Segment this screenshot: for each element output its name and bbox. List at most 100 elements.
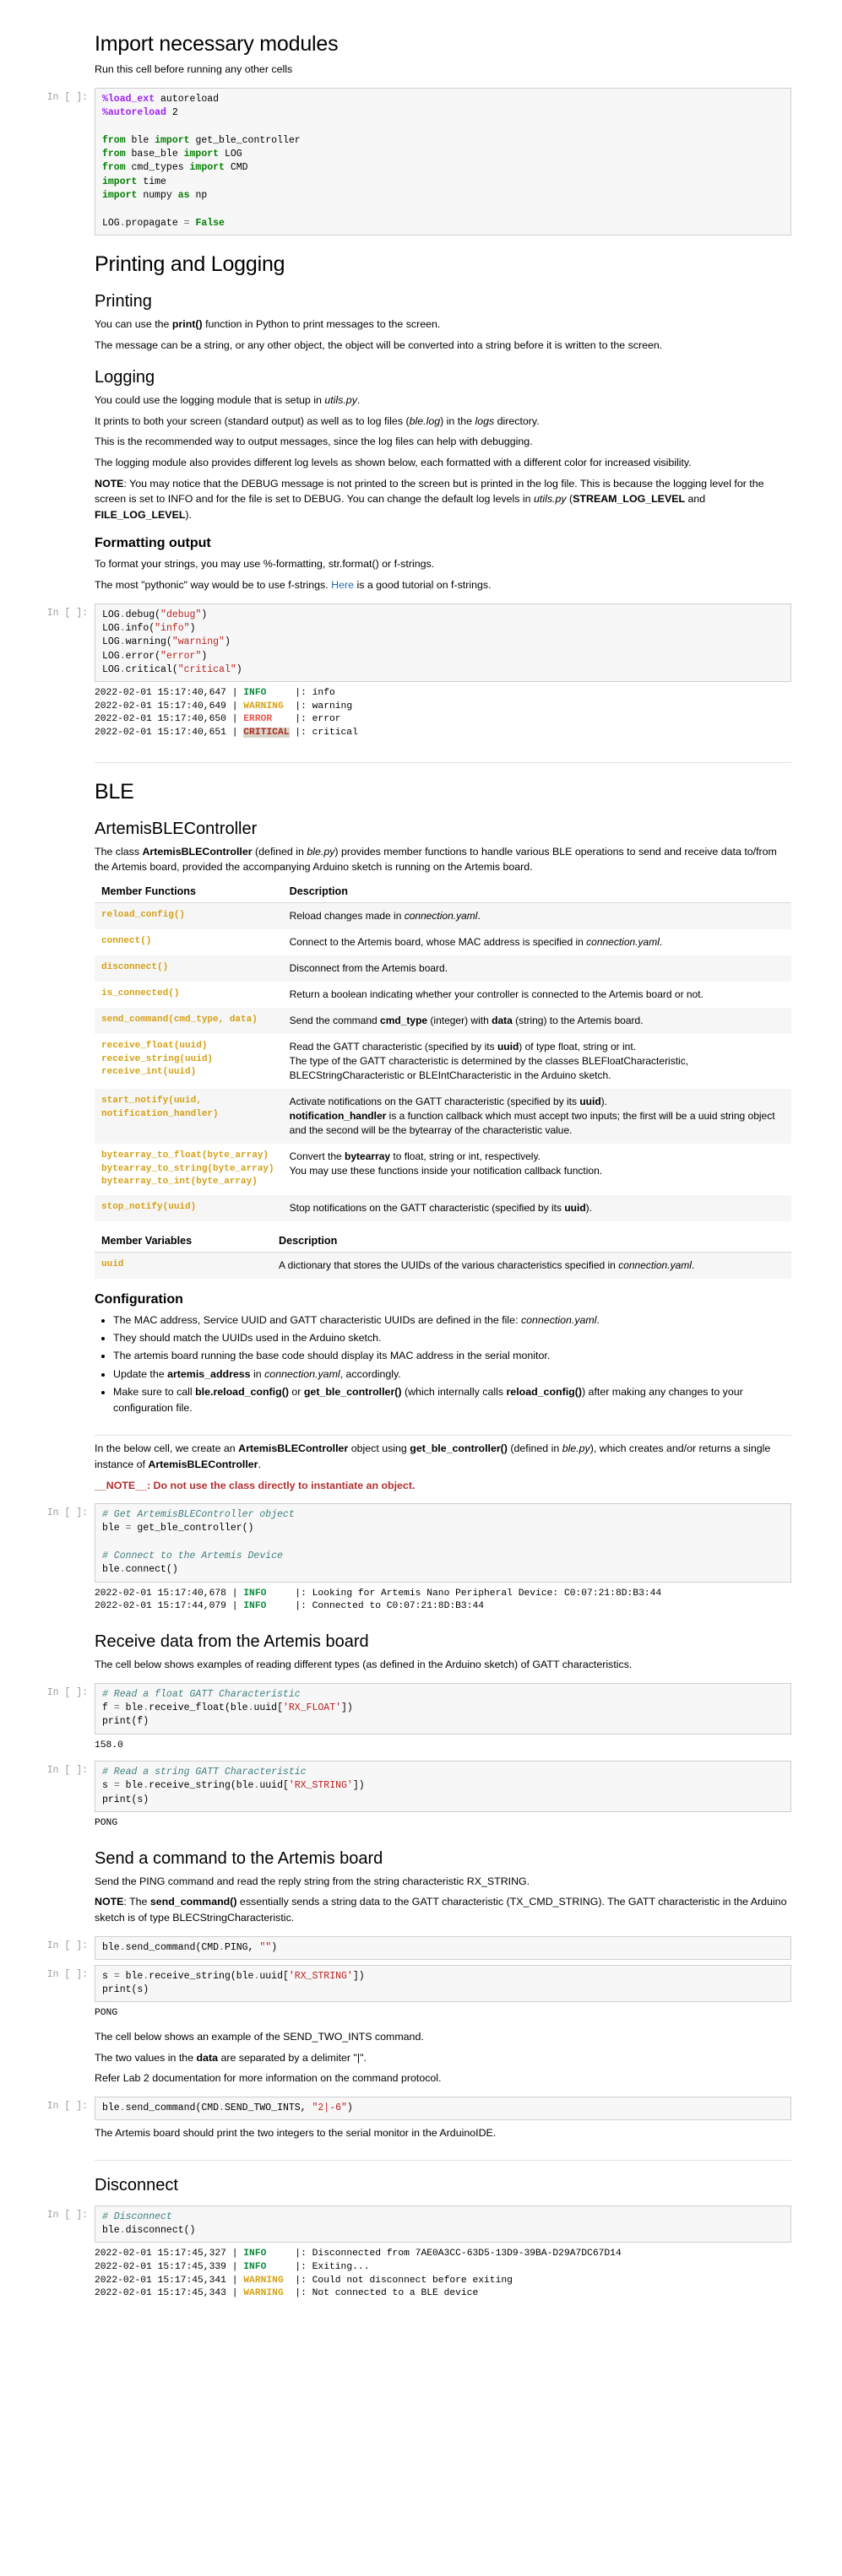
member-function-description: Stop notifications on the GATT character… xyxy=(283,1195,791,1221)
text: . xyxy=(477,909,481,922)
section-heading-logging: Logging xyxy=(95,368,155,387)
section-heading-receive-data: Receive data from the Artemis board xyxy=(95,1632,369,1651)
bold-text: bytearray xyxy=(345,1150,391,1163)
member-function-name: uuid xyxy=(101,1258,124,1269)
input-prompt[interactable]: In [ ]: xyxy=(0,2205,95,2221)
prompt-blank xyxy=(0,2024,95,2028)
code-input-send-ping[interactable]: ble.send_command(CMD.PING, "") xyxy=(95,1935,791,1960)
markdown-cell-import-heading[interactable]: Import necessary modules Run this cell b… xyxy=(0,15,842,83)
code-input-connect[interactable]: # Get ArtemisBLEController object ble = … xyxy=(95,1503,791,1583)
bold-text: notification_handler xyxy=(289,1110,387,1123)
table-row: start_notify(uuid, notification_handler)… xyxy=(95,1089,791,1145)
bold-text: uuid xyxy=(564,1201,586,1214)
log-line: 2022-02-01 15:17:40,678 | INFO |: Lookin… xyxy=(95,1588,662,1599)
markdown-cell-ble[interactable]: BLE ArtemisBLEController The class Artem… xyxy=(0,744,842,1499)
code-input-receive-string[interactable]: # Read a string GATT Characteristic s = … xyxy=(95,1761,791,1813)
log-message: : info xyxy=(301,688,335,699)
markdown-cell-two-ints-note[interactable]: The Artemis board should print the two i… xyxy=(0,2120,842,2200)
markdown-cell-two-ints[interactable]: The cell below shows an example of the S… xyxy=(0,2024,842,2092)
list-item: The artemis board running the base code … xyxy=(113,1348,791,1364)
code-input-logging-demo[interactable]: LOG.debug("debug") LOG.info("info") LOG.… xyxy=(95,603,791,683)
code-cell-send-two-ints[interactable]: In [ ]: ble.send_command(CMD.SEND_TWO_IN… xyxy=(0,2096,842,2121)
log-timestamp: 2022-02-01 15:17:45,327 xyxy=(95,2249,226,2259)
printing-paragraph-1: You can use the print() function in Pyth… xyxy=(95,317,791,333)
controller-intro-b: (defined in xyxy=(252,845,307,858)
output-disconnect: 2022-02-01 15:17:45,327 | INFO |: Discon… xyxy=(95,2243,791,2303)
text: (which internally calls xyxy=(401,1385,507,1398)
markdown-cell-send-command[interactable]: Send a command to the Artemis board Send… xyxy=(0,1834,842,1931)
list-item: Make sure to call ble.reload_config() or… xyxy=(113,1384,791,1416)
code-cell-imports[interactable]: In [ ]: %load_ext autoreload %autoreload… xyxy=(0,87,842,235)
log-message: : warning xyxy=(301,701,353,712)
logging-note-bold1: STREAM_LOG_LEVEL xyxy=(573,493,686,506)
code-cell-receive-string[interactable]: In [ ]: # Read a string GATT Characteris… xyxy=(0,1761,842,1834)
input-prompt[interactable]: In [ ]: xyxy=(0,1761,95,1776)
table-row: send_command(cmd_type, data) Send the com… xyxy=(95,1007,791,1034)
logging-note: NOTE: You may notice that the DEBUG mess… xyxy=(95,476,791,523)
input-prompt[interactable]: In [ ]: xyxy=(0,1683,95,1698)
member-functions-body: reload_config() Reload changes made in co… xyxy=(95,902,791,1221)
text: A dictionary that stores the UUIDs of th… xyxy=(279,1258,619,1271)
markdown-cell-receive[interactable]: Receive data from the Artemis board The … xyxy=(0,1617,842,1678)
log-timestamp: 2022-02-01 15:17:40,650 xyxy=(95,714,226,725)
text: The type of the GATT characteristic is d… xyxy=(289,1054,689,1081)
logging-note-em: utils.py xyxy=(534,493,567,506)
logging-note-bold2: FILE_LOG_LEVEL xyxy=(95,508,186,521)
table-row: reload_config() Reload changes made in co… xyxy=(95,902,791,929)
emphasis-text: connection.yaml xyxy=(520,1314,597,1326)
log-message: : Could not disconnect before exiting xyxy=(301,2275,513,2286)
logging-paragraph-3: This is the recommended way to output me… xyxy=(95,436,533,448)
code-cell-send-ping[interactable]: In [ ]: ble.send_command(CMD.PING, "") xyxy=(0,1935,842,1960)
text: ) of type float, string or int. xyxy=(519,1040,637,1053)
input-prompt[interactable]: In [ ]: xyxy=(0,1936,95,1951)
code-cell-disconnect[interactable]: In [ ]: # Disconnect ble.disconnect() 20… xyxy=(0,2205,842,2304)
text: or xyxy=(288,1385,304,1398)
log-timestamp: 2022-02-01 15:17:45,341 xyxy=(95,2275,226,2286)
formatting-p2-b: is a good tutorial on f-strings. xyxy=(354,578,492,591)
input-prompt[interactable]: In [ ]: xyxy=(0,88,95,103)
code-cell-receive-pong[interactable]: In [ ]: s = ble.receive_string(ble.uuid[… xyxy=(0,1964,842,2024)
prompt-blank xyxy=(0,2120,95,2124)
code-input-send-two-ints[interactable]: ble.send_command(CMD.SEND_TWO_INTS, "2|-… xyxy=(95,2096,791,2121)
inst-e: . xyxy=(258,1458,261,1470)
send-note: NOTE: The send_command() essentially sen… xyxy=(95,1894,791,1925)
input-prompt[interactable]: In [ ]: xyxy=(0,2097,95,2112)
markdown-cell-printing-logging[interactable]: Printing and Logging Printing You can us… xyxy=(0,235,842,598)
text: You may use these functions inside your … xyxy=(289,1165,603,1177)
log-level-info: INFO xyxy=(243,1601,267,1612)
printing-p1-a: You can use the xyxy=(95,317,172,330)
inst-a: In the below cell, we create an xyxy=(95,1442,239,1455)
text: in xyxy=(250,1367,265,1380)
controller-class-name: ArtemisBLEController xyxy=(142,845,253,858)
section-heading-formatting-output: Formatting output xyxy=(95,536,211,551)
member-function-name: reload_config() xyxy=(101,909,186,920)
text: Update the xyxy=(113,1367,168,1380)
emphasis-text: connection.yaml xyxy=(264,1367,340,1380)
code-cell-receive-float[interactable]: In [ ]: # Read a float GATT Characterist… xyxy=(0,1682,842,1756)
code-input-receive-float[interactable]: # Read a float GATT Characteristic f = b… xyxy=(95,1682,791,1734)
input-prompt[interactable]: In [ ]: xyxy=(0,1503,95,1518)
col-member-variables: Member Variables xyxy=(95,1229,272,1253)
logging-p2-b: ) in the xyxy=(440,414,475,427)
f-strings-tutorial-link[interactable]: Here xyxy=(331,579,354,591)
logging-p2-em2: logs xyxy=(475,414,495,427)
code-input-disconnect[interactable]: # Disconnect ble.disconnect() xyxy=(95,2205,791,2243)
code-input-receive-pong[interactable]: s = ble.receive_string(ble.uuid['RX_STRI… xyxy=(95,1964,791,2003)
section-heading-send-command: Send a command to the Artemis board xyxy=(95,1848,383,1868)
log-level-warning: WARNING xyxy=(243,2275,284,2286)
bold-text: uuid xyxy=(579,1096,601,1108)
code-input-imports[interactable]: %load_ext autoreload %autoreload 2 from … xyxy=(95,87,791,235)
member-function-name: connect() xyxy=(101,935,152,946)
prompt-blank xyxy=(0,1617,95,1621)
member-function-name: is_connected() xyxy=(101,988,180,998)
code-cell-connect[interactable]: In [ ]: # Get ArtemisBLEController objec… xyxy=(0,1503,842,1617)
two-ints-serial-note: The Artemis board should print the two i… xyxy=(95,2127,497,2140)
table-row: bytearray_to_float(byte_array) bytearray… xyxy=(95,1144,791,1195)
input-prompt[interactable]: In [ ]: xyxy=(0,1965,95,1980)
log-message: : error xyxy=(301,714,341,725)
code-cell-logging-demo[interactable]: In [ ]: LOG.debug("debug") LOG.info("inf… xyxy=(0,603,842,744)
log-message: : Exiting... xyxy=(301,2262,370,2273)
prompt-blank xyxy=(0,1834,95,1838)
input-prompt[interactable]: In [ ]: xyxy=(0,603,95,619)
import-subtitle: Run this cell before running any other c… xyxy=(95,63,293,75)
